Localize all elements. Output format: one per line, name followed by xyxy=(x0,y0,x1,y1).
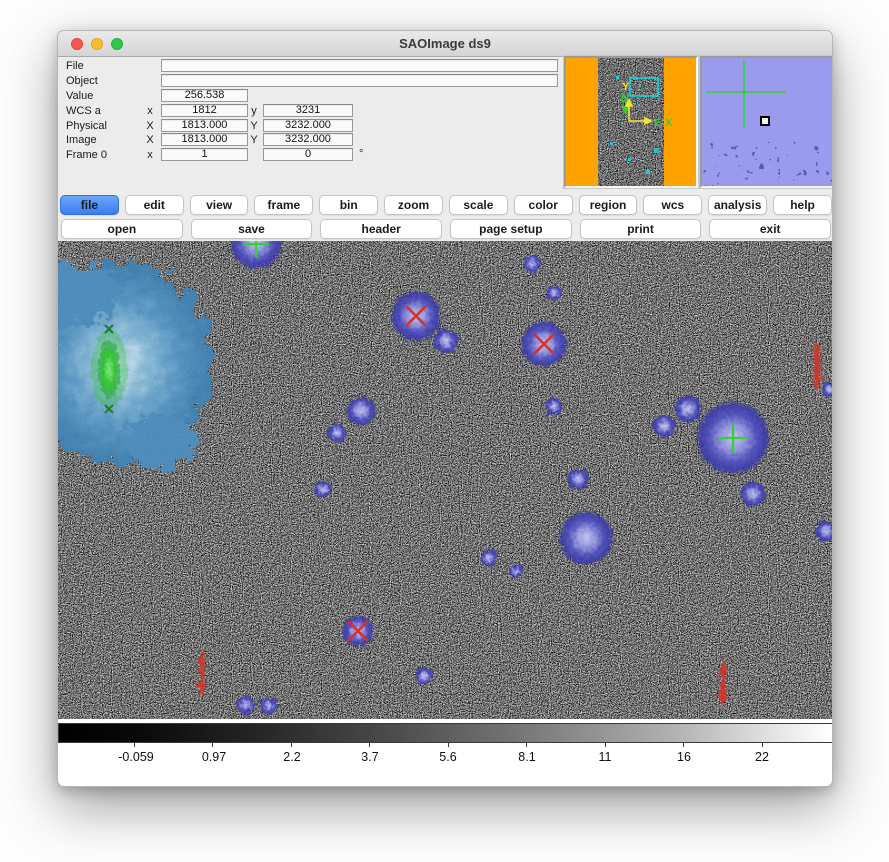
menu-file[interactable]: file xyxy=(60,195,119,215)
menu-scale[interactable]: scale xyxy=(449,195,508,215)
colorbar-label: 3.7 xyxy=(361,750,378,764)
colorbar-label: 11 xyxy=(599,750,612,764)
frame-zoom-key: x xyxy=(144,149,156,161)
star-blob xyxy=(327,423,347,443)
frame-zoom-field[interactable]: 1 xyxy=(161,148,248,161)
open-button[interactable]: open xyxy=(61,219,183,239)
panner-panel[interactable]: Y N E X xyxy=(564,56,698,188)
menu-analysis[interactable]: analysis xyxy=(708,195,767,215)
star-blob xyxy=(480,549,498,567)
image-y-field[interactable]: 3232.000 xyxy=(263,133,353,146)
colorbar-tick xyxy=(762,743,763,747)
menu-wcs[interactable]: wcs xyxy=(643,195,702,215)
colorbar-tick xyxy=(526,743,527,747)
print-button[interactable]: print xyxy=(580,219,702,239)
star-blob xyxy=(652,414,676,438)
wcs-x-key: x xyxy=(144,105,156,117)
value-label: Value xyxy=(66,90,93,102)
menu-zoom[interactable]: zoom xyxy=(384,195,443,215)
wcs-y-field[interactable]: 3231 xyxy=(263,104,353,117)
file-label: File xyxy=(66,60,84,72)
colorbar-tick xyxy=(369,743,370,747)
wcs-x-field[interactable]: 1812 xyxy=(161,104,248,117)
save-button[interactable]: save xyxy=(191,219,313,239)
image-x-field[interactable]: 1813.000 xyxy=(161,133,248,146)
header-button[interactable]: header xyxy=(320,219,442,239)
magnifier-panel[interactable] xyxy=(700,56,833,188)
star-blob xyxy=(314,480,332,498)
colorbar-tick xyxy=(134,743,135,747)
degree-suffix: ° xyxy=(359,148,363,160)
object-field[interactable] xyxy=(161,74,558,87)
file-field[interactable] xyxy=(161,59,558,72)
file-action-bar: open save header page setup print exit xyxy=(58,217,833,241)
frame-rotation-field[interactable]: 0 xyxy=(263,148,353,161)
colorbar-label: 8.1 xyxy=(518,750,535,764)
image-canvas[interactable] xyxy=(58,241,833,719)
star-blob xyxy=(415,667,433,685)
star-blob xyxy=(260,697,278,715)
object-label: Object xyxy=(66,75,98,87)
image-y-key: Y xyxy=(248,134,260,146)
colorbar-label: 22 xyxy=(755,750,769,764)
app-window: SAOImage ds9 File Object Value 256.538 W… xyxy=(57,30,833,787)
compass-e-label: E xyxy=(654,117,661,129)
galaxy-core xyxy=(98,340,120,398)
menu-edit[interactable]: edit xyxy=(125,195,184,215)
star-blob xyxy=(433,328,459,354)
menu-bin[interactable]: bin xyxy=(319,195,378,215)
physical-y-key: Y xyxy=(248,120,260,132)
colorbar-tick xyxy=(212,743,213,747)
image-x-key: X xyxy=(144,134,156,146)
magnifier-cursor-box xyxy=(761,117,769,125)
menu-region[interactable]: region xyxy=(579,195,638,215)
star-blob xyxy=(346,396,376,426)
star-blob xyxy=(567,468,589,490)
colorbar-label: 5.6 xyxy=(439,750,456,764)
physical-x-field[interactable]: 1813.000 xyxy=(161,119,248,132)
colorbar-tick xyxy=(683,743,684,747)
page-setup-button[interactable]: page setup xyxy=(450,219,572,239)
menu-help[interactable]: help xyxy=(773,195,832,215)
star-blob xyxy=(546,285,562,301)
exit-button[interactable]: exit xyxy=(709,219,831,239)
image-label: Image xyxy=(66,134,97,146)
colorbar-label: 2.2 xyxy=(283,750,300,764)
star-blob xyxy=(674,395,702,423)
colorbar-label: -0.059 xyxy=(118,750,153,764)
star-blob xyxy=(545,397,563,415)
star-blob xyxy=(523,255,541,273)
menu-view[interactable]: view xyxy=(190,195,249,215)
value-field[interactable]: 256.538 xyxy=(161,89,248,102)
physical-label: Physical xyxy=(66,120,107,132)
colorbar-label: 0.97 xyxy=(202,750,226,764)
menu-color[interactable]: color xyxy=(514,195,573,215)
window-title: SAOImage ds9 xyxy=(58,31,832,56)
star-blob xyxy=(509,564,523,578)
menu-frame[interactable]: frame xyxy=(254,195,313,215)
compass-x-label: X xyxy=(665,117,673,129)
zoom-button[interactable] xyxy=(111,38,123,50)
star-blob xyxy=(236,695,256,715)
physical-x-key: X xyxy=(144,120,156,132)
colorbar-tick xyxy=(291,743,292,747)
wcs-y-key: y xyxy=(248,105,260,117)
star-blob xyxy=(558,510,614,566)
minimize-button[interactable] xyxy=(91,38,103,50)
wcs-label: WCS a xyxy=(66,105,101,117)
close-button[interactable] xyxy=(71,38,83,50)
star-blob xyxy=(740,481,766,507)
title-bar[interactable]: SAOImage ds9 xyxy=(58,31,832,57)
menu-bar: file edit view frame bin zoom scale colo… xyxy=(58,193,833,217)
colorbar[interactable] xyxy=(58,723,833,743)
colorbar-tick xyxy=(448,743,449,747)
colorbar-label: 16 xyxy=(677,750,691,764)
physical-y-field[interactable]: 3232.000 xyxy=(263,119,353,132)
frame-label: Frame 0 xyxy=(66,149,107,161)
colorbar-tick xyxy=(605,743,606,747)
colorbar-section: -0.059 0.97 2.2 3.7 5.6 8.1 11 16 22 xyxy=(58,719,833,787)
